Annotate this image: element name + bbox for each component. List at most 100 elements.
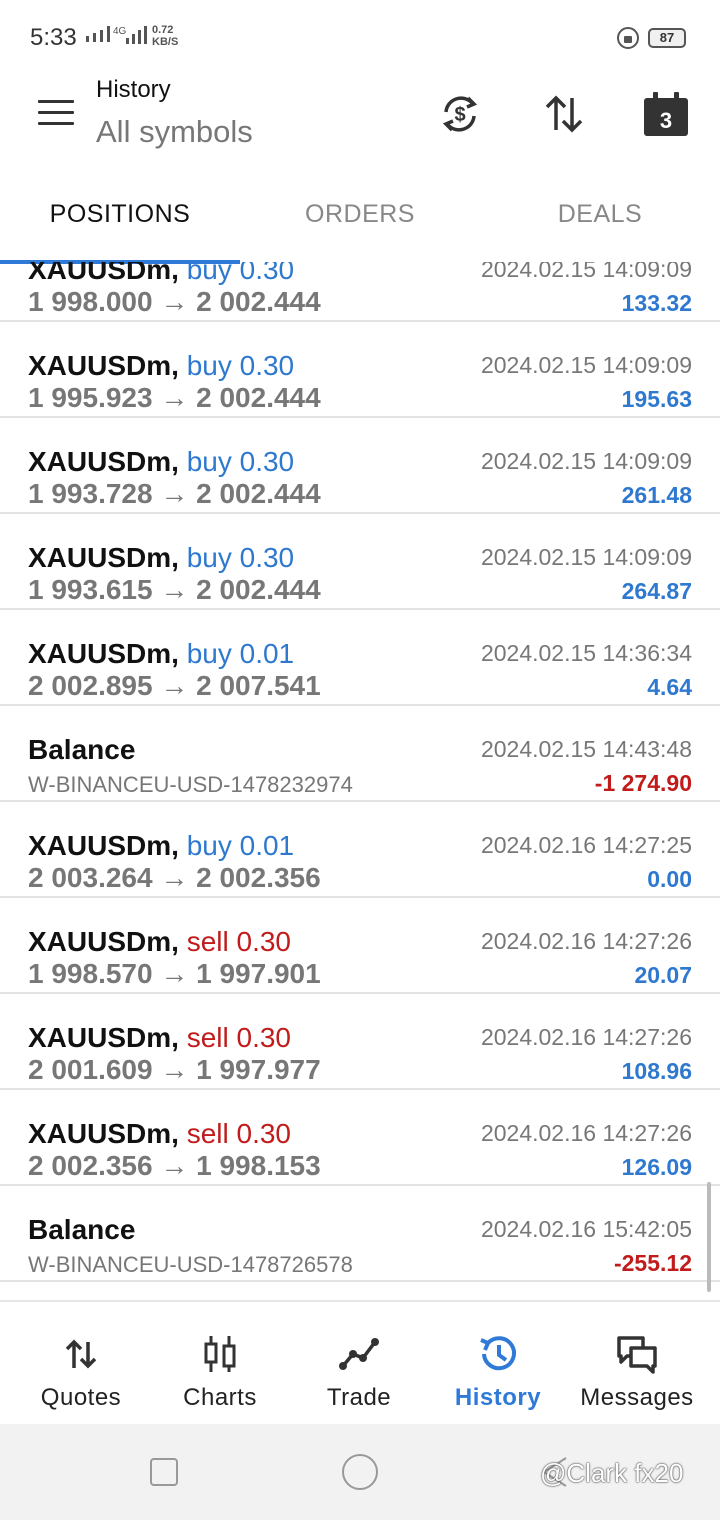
status-time: 5:33 [30,24,77,51]
row-prices: 2 003.264 → 2 002.356 [28,862,321,893]
balance-row[interactable]: Balance W-BINANCEU-USD-1478232974 2024.02.… [0,706,720,802]
recents-icon[interactable] [150,1458,178,1486]
network-speed: 0.72 KB/S [152,24,179,48]
tab-positions[interactable]: POSITIONS [0,200,240,229]
signal-icon [86,26,110,42]
row-prices: 1 995.923 → 2 002.444 [28,382,321,413]
position-row[interactable]: XAUUSDm, sell 0.30 2 002.356 → 1 998.153 2… [0,1090,720,1186]
balance-row[interactable]: Balance W-BINANCEU-USD-1478726578 2024.02.… [0,1186,720,1282]
app-header: History All symbols $ 3 [0,72,720,182]
nav-trade-label: Trade [326,1384,392,1411]
row-symbol: XAUUSDm, sell 0.30 [28,926,291,957]
scrollbar[interactable] [707,1182,711,1292]
tab-deals[interactable]: DEALS [480,200,720,229]
rotation-lock-icon [617,27,639,49]
position-row[interactable]: XAUUSDm, buy 0.30 1 993.615 → 2 002.444 20… [0,514,720,610]
row-date: 2024.02.15 14:36:34 [480,640,692,666]
nav-charts[interactable]: Charts [148,1302,292,1426]
row-profit: -1 274.90 [594,770,692,796]
nav-messages[interactable]: Messages [565,1302,709,1426]
row-date: 2024.02.15 14:09:09 [480,262,692,282]
row-profit: 264.87 [621,578,692,604]
row-prices: 1 993.615 → 2 002.444 [28,574,321,605]
history-list[interactable]: XAUUSDm, buy 0.30 1 998.000 → 2 002.444 20… [0,262,720,1298]
row-symbol: XAUUSDm, sell 0.30 [28,1118,291,1149]
row-date: 2024.02.15 14:09:09 [480,352,692,378]
status-bar: 5:33 4G 0.72 KB/S 87 [0,0,720,72]
row-profit: 126.09 [621,1154,692,1180]
row-symbol: XAUUSDm, buy 0.30 [28,542,295,573]
tab-bar: POSITIONS ORDERS DEALS [0,182,720,264]
row-prices: 2 002.895 → 2 007.541 [28,670,321,701]
row-symbol: Balance [28,1214,136,1245]
row-profit: 0.00 [647,866,692,892]
bottom-nav: Quotes Charts Trade History Messages [0,1300,720,1424]
row-side-volume: sell 0.30 [186,1022,291,1053]
position-row[interactable]: XAUUSDm, buy 0.30 1 993.728 → 2 002.444 20… [0,418,720,514]
chat-bubbles-icon [615,1332,659,1376]
system-nav-bar: @Clark fx20 [0,1424,720,1520]
row-prices: 1 998.570 → 1 997.901 [28,958,321,989]
trade-line-icon [337,1332,381,1376]
row-side-volume: buy 0.30 [186,542,295,573]
row-prices: 2 002.356 → 1 998.153 [28,1150,321,1181]
row-prices: 2 001.609 → 1 997.977 [28,1054,321,1085]
row-symbol: Balance [28,734,136,765]
calendar-icon[interactable]: 3 [642,90,690,138]
row-side-volume: buy 0.30 [186,262,295,285]
row-side-volume: sell 0.30 [186,1118,291,1149]
nav-history-label: History [454,1384,542,1411]
row-date: 2024.02.16 15:42:05 [480,1216,692,1242]
position-row[interactable]: XAUUSDm, buy 0.30 1 998.000 → 2 002.444 20… [0,262,720,322]
row-comment: W-BINANCEU-USD-1478232974 [28,772,353,797]
svg-text:$: $ [454,104,465,126]
currency-refresh-icon[interactable]: $ [436,90,484,138]
row-profit: 195.63 [621,386,692,412]
home-icon[interactable] [342,1454,378,1490]
row-date: 2024.02.16 14:27:26 [480,1024,692,1050]
row-date: 2024.02.16 14:27:25 [480,832,692,858]
position-row[interactable]: XAUUSDm, sell 0.30 2 001.609 → 1 997.977 2… [0,994,720,1090]
row-side-volume: buy 0.30 [186,446,295,477]
nav-quotes[interactable]: Quotes [9,1302,153,1426]
row-side-volume: buy 0.01 [186,638,295,669]
row-symbol: XAUUSDm, sell 0.30 [28,1022,291,1053]
row-symbol: XAUUSDm, buy 0.01 [28,830,295,861]
symbol-filter[interactable]: All symbols [96,114,253,150]
row-date: 2024.02.16 14:27:26 [480,1120,692,1146]
menu-icon[interactable] [38,100,74,126]
row-profit: 20.07 [634,962,692,988]
row-side-volume: buy 0.30 [186,350,295,381]
row-symbol: XAUUSDm, buy 0.30 [28,446,295,477]
nav-quotes-label: Quotes [40,1384,122,1411]
position-row[interactable]: XAUUSDm, sell 0.30 1 998.570 → 1 997.901 2… [0,898,720,994]
nav-history[interactable]: History [426,1302,570,1426]
nav-messages-label: Messages [580,1384,694,1411]
sort-icon[interactable] [540,90,588,138]
row-side-volume: sell 0.30 [186,926,291,957]
row-profit: 133.32 [621,290,692,316]
history-clock-icon [476,1332,520,1376]
watermark: @Clark fx20 [540,1458,684,1488]
signal-2-icon [126,26,147,44]
row-symbol: XAUUSDm, buy 0.30 [28,350,295,381]
position-row[interactable]: XAUUSDm, buy 0.01 2 002.895 → 2 007.541 20… [0,610,720,706]
row-symbol: XAUUSDm, buy 0.30 [28,262,294,286]
row-date: 2024.02.15 14:09:09 [480,448,692,474]
quotes-arrows-icon [59,1332,103,1376]
network-type: 4G [113,26,127,37]
battery-icon: 87 [648,28,686,48]
position-row[interactable]: XAUUSDm, buy 0.30 1 995.923 → 2 002.444 20… [0,322,720,418]
row-date: 2024.02.15 14:43:48 [480,736,692,762]
row-profit: 261.48 [621,482,692,508]
position-row[interactable]: XAUUSDm, buy 0.01 2 003.264 → 2 002.356 20… [0,802,720,898]
page-title: History [96,76,171,103]
row-symbol: XAUUSDm, buy 0.01 [28,638,295,669]
row-date: 2024.02.16 14:27:26 [480,928,692,954]
nav-trade[interactable]: Trade [287,1302,431,1426]
tab-orders[interactable]: ORDERS [240,200,480,229]
candlestick-icon [198,1332,242,1376]
row-prices: 1 993.728 → 2 002.444 [28,478,321,509]
row-profit: 4.64 [647,674,692,700]
row-profit: -255.12 [613,1250,692,1276]
